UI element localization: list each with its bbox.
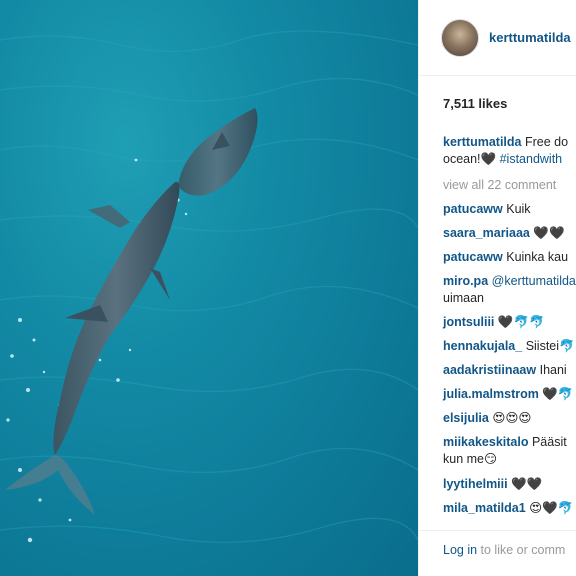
comment-text: kun me😏 — [443, 452, 498, 466]
comment-item: julia.malmstrom 🖤🐬 — [443, 386, 574, 402]
comment-text: 🖤🐬 — [542, 387, 574, 401]
caption-text-2: ocean!🖤 — [443, 152, 497, 166]
comment-item: jontsuliii 🖤🐬🐬 — [443, 314, 545, 330]
comment-text: 😍🖤🐬 — [529, 501, 574, 515]
comment-item: elsijulia 😍😍😍 — [443, 410, 531, 426]
comment-text: uimaan — [443, 291, 484, 305]
comment-text: 🖤🖤 — [511, 477, 543, 491]
header-username[interactable]: kerttumatilda — [489, 30, 571, 45]
caption-line-2: ocean!🖤 #istandwith — [443, 151, 562, 167]
comment-username[interactable]: miro.pa — [443, 274, 488, 288]
comment-text: Kuik — [506, 202, 531, 216]
post-footer: Log in to like or comm — [419, 530, 576, 557]
comment-item: miikakeskitalo Pääsit — [443, 434, 567, 450]
comment-item: miro.pa @kerttumatilda — [443, 273, 576, 289]
comment-item-continued: kun me😏 — [443, 451, 497, 467]
comment-mention[interactable]: @kerttumatilda — [492, 274, 576, 288]
avatar[interactable] — [441, 19, 479, 57]
comment-username[interactable]: elsijulia — [443, 411, 489, 425]
comment-item: aadakristiinaaw Ihani — [443, 362, 567, 378]
comment-username[interactable]: julia.malmstrom — [443, 387, 539, 401]
post-header: kerttumatilda — [419, 0, 576, 76]
comment-text: Ihani — [539, 363, 567, 377]
comment-username[interactable]: hennakujala_ — [443, 339, 522, 353]
comment-item: lyytihelmiii 🖤🖤 — [443, 476, 542, 492]
view-all-comments-link[interactable]: view all 22 comment — [443, 177, 556, 193]
comment-item: patucaww Kuinka kau — [443, 249, 568, 265]
post-side-panel: kerttumatilda 7,511 likes kerttumatilda … — [418, 0, 576, 576]
comment-item-continued: uimaan — [443, 290, 484, 306]
comment-item: patucaww Kuik — [443, 201, 531, 217]
comment-username[interactable]: lyytihelmiii — [443, 477, 508, 491]
caption-hashtag[interactable]: #istandwith — [500, 152, 563, 166]
caption-line-1: kerttumatilda Free do — [443, 134, 568, 150]
comment-username[interactable]: mila_matilda1 — [443, 501, 526, 515]
likes-count[interactable]: 7,511 likes — [443, 96, 507, 111]
comment-item: mila_matilda1 😍🖤🐬 — [443, 500, 573, 516]
comment-username[interactable]: aadakristiinaaw — [443, 363, 536, 377]
view-all-comments-text[interactable]: view all 22 comment — [443, 178, 556, 192]
comment-username[interactable]: miikakeskitalo — [443, 435, 528, 449]
comment-text: 😍😍😍 — [492, 411, 532, 425]
post-photo[interactable] — [0, 0, 418, 576]
comment-item: hennakujala_ Siistei🐬 — [443, 338, 575, 354]
login-link[interactable]: Log in — [443, 543, 477, 557]
login-prompt-text: to like or comm — [477, 543, 566, 557]
comment-text: Pääsit — [531, 435, 567, 449]
comment-username[interactable]: jontsuliii — [443, 315, 494, 329]
dolphin-photo-illustration — [0, 30, 418, 544]
caption-username[interactable]: kerttumatilda — [443, 135, 522, 149]
comment-text: 🖤🐬🐬 — [497, 315, 545, 329]
login-prompt: Log in to like or comm — [443, 543, 565, 557]
comment-text: Kuinka kau — [506, 250, 569, 264]
comment-item: saara_mariaaa 🖤🖤 — [443, 225, 565, 241]
comment-text: 🖤🖤 — [533, 226, 565, 240]
comment-username[interactable]: patucaww — [443, 250, 503, 264]
comment-username[interactable]: saara_mariaaa — [443, 226, 530, 240]
caption-text: Free do — [524, 135, 569, 149]
comment-text: Siistei🐬 — [525, 339, 575, 353]
comment-username[interactable]: patucaww — [443, 202, 503, 216]
